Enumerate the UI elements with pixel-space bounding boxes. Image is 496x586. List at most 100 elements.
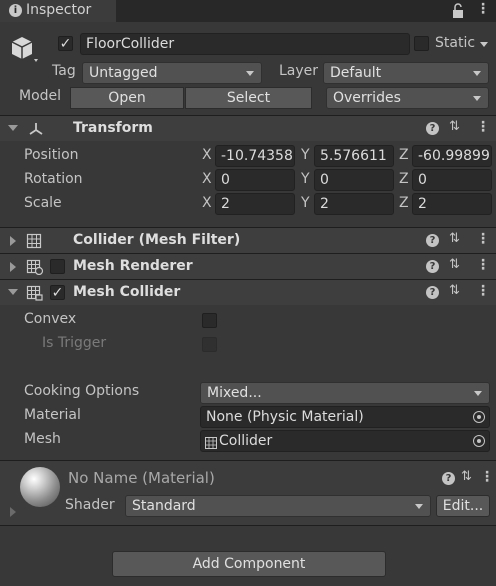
axis-y-label[interactable]: Y (301, 171, 310, 187)
layer-value: Default (330, 65, 382, 81)
gameobject-icon[interactable] (8, 33, 40, 65)
edit-shader-button[interactable]: Edit... (436, 495, 490, 517)
axis-y-label[interactable]: Y (301, 147, 310, 163)
mesh-field[interactable]: Collider (200, 430, 490, 452)
chevron-down-icon (246, 71, 254, 76)
tab-inspector[interactable]: i Inspector (0, 0, 116, 22)
mesh-collider-header[interactable]: ✓ Mesh Collider ? ⇅ ⋮ (0, 279, 496, 305)
scale-z-field[interactable]: 2 (412, 193, 492, 215)
rotation-z-field[interactable]: 0 (412, 169, 492, 191)
help-icon[interactable]: ? (426, 122, 439, 135)
presets-icon[interactable]: ⇅ (449, 231, 460, 246)
mesh-filter-title: Collider (Mesh Filter) (73, 232, 241, 248)
mesh-filter-icon (26, 233, 42, 249)
rotation-y-field[interactable]: 0 (314, 169, 394, 191)
help-icon[interactable]: ? (442, 472, 455, 485)
foldout-collapsed-icon[interactable] (10, 262, 16, 272)
info-icon: i (9, 4, 22, 17)
position-y-field[interactable]: 5.576611 (314, 145, 394, 167)
presets-icon[interactable]: ⇅ (461, 469, 472, 484)
rotation-label: Rotation (24, 171, 83, 187)
axis-x-label[interactable]: X (202, 147, 212, 163)
tag-dropdown[interactable]: Untagged (82, 62, 262, 84)
mesh-label: Mesh (24, 431, 61, 447)
mesh-renderer-header[interactable]: Mesh Renderer ? ⇅ ⋮ (0, 253, 496, 279)
overrides-dropdown[interactable]: Overrides (326, 87, 489, 109)
rotation-x-field[interactable]: 0 (215, 169, 295, 191)
material-section: No Name (Material) ? ⇅ ⋮ Shader Standard… (0, 461, 496, 525)
axis-x-label[interactable]: X (202, 171, 212, 187)
layer-dropdown[interactable]: Default (323, 62, 489, 84)
scale-label: Scale (24, 195, 62, 211)
axis-z-label[interactable]: Z (399, 171, 409, 187)
foldout-expanded-icon[interactable] (8, 289, 18, 295)
chevron-down-icon (415, 504, 423, 509)
material-preview-sphere[interactable] (20, 467, 60, 507)
transform-rotation-row: Rotation X 0 Y 0 Z 0 (0, 169, 496, 191)
transform-title: Transform (73, 120, 153, 136)
foldout-collapsed-icon[interactable] (10, 507, 16, 517)
position-label: Position (24, 147, 79, 163)
tag-value: Untagged (89, 65, 158, 81)
active-checkbox[interactable]: ✓ (58, 36, 73, 51)
object-picker-icon[interactable] (473, 435, 485, 447)
scale-y-field[interactable]: 2 (314, 193, 394, 215)
tab-bar: i Inspector ⋮ (0, 0, 496, 22)
scale-x-field[interactable]: 2 (215, 193, 295, 215)
chevron-down-icon (474, 391, 482, 396)
select-button[interactable]: Select (185, 87, 312, 109)
static-label[interactable]: Static (435, 35, 475, 51)
transform-position-row: Position X -10.74358 Y 5.576611 Z -60.99… (0, 145, 496, 167)
model-label: Model (19, 88, 62, 104)
component-menu-icon[interactable]: ⋮ (476, 257, 490, 273)
component-menu-icon[interactable]: ⋮ (476, 119, 490, 135)
mesh-value: Collider (219, 433, 273, 449)
open-button[interactable]: Open (70, 87, 184, 109)
shader-dropdown[interactable]: Standard (125, 495, 431, 517)
mesh-renderer-title: Mesh Renderer (73, 258, 193, 274)
transform-header[interactable]: Transform ? ⇅ ⋮ (0, 115, 496, 141)
static-checkbox[interactable] (414, 36, 429, 51)
cooking-options-dropdown[interactable]: Mixed... (200, 382, 490, 404)
position-z-field[interactable]: -60.99899 (412, 145, 492, 167)
is-trigger-label: Is Trigger (42, 335, 107, 351)
shader-label: Shader (65, 497, 115, 513)
presets-icon[interactable]: ⇅ (449, 119, 460, 134)
component-menu-icon[interactable]: ⋮ (476, 283, 490, 299)
transform-scale-row: Scale X 2 Y 2 Z 2 (0, 193, 496, 215)
foldout-expanded-icon[interactable] (8, 125, 18, 131)
physic-material-field[interactable]: None (Physic Material) (200, 406, 490, 428)
mesh-filter-header[interactable]: Collider (Mesh Filter) ? ⇅ ⋮ (0, 227, 496, 253)
axis-z-label[interactable]: Z (399, 147, 409, 163)
mesh-collider-title: Mesh Collider (73, 284, 181, 300)
static-dropdown-icon[interactable] (480, 42, 488, 47)
object-picker-icon[interactable] (473, 411, 485, 423)
object-name-field[interactable]: FloorCollider (80, 33, 410, 55)
mesh-renderer-enabled-checkbox[interactable] (50, 259, 65, 274)
layer-label: Layer (279, 63, 319, 79)
shader-value: Standard (132, 498, 196, 514)
position-x-field[interactable]: -10.74358 (215, 145, 295, 167)
tab-title: Inspector (26, 2, 92, 18)
check-icon: ✓ (51, 285, 64, 301)
help-icon[interactable]: ? (426, 286, 439, 299)
chevron-down-icon (473, 96, 481, 101)
lock-icon[interactable] (452, 3, 464, 19)
presets-icon[interactable]: ⇅ (449, 257, 460, 272)
material-menu-icon[interactable]: ⋮ (480, 469, 494, 485)
divider (0, 525, 496, 526)
help-icon[interactable]: ? (426, 260, 439, 273)
tag-label: Tag (52, 63, 76, 79)
axis-y-label[interactable]: Y (301, 195, 310, 211)
tab-menu-icon[interactable]: ⋮ (476, 1, 490, 17)
convex-checkbox[interactable] (202, 313, 217, 328)
component-menu-icon[interactable]: ⋮ (476, 231, 490, 247)
mesh-collider-enabled-checkbox[interactable]: ✓ (50, 285, 65, 300)
foldout-collapsed-icon[interactable] (10, 236, 16, 246)
material-name: No Name (Material) (68, 469, 215, 487)
presets-icon[interactable]: ⇅ (449, 283, 460, 298)
help-icon[interactable]: ? (426, 234, 439, 247)
axis-x-label[interactable]: X (202, 195, 212, 211)
axis-z-label[interactable]: Z (399, 195, 409, 211)
add-component-button[interactable]: Add Component (112, 551, 386, 577)
